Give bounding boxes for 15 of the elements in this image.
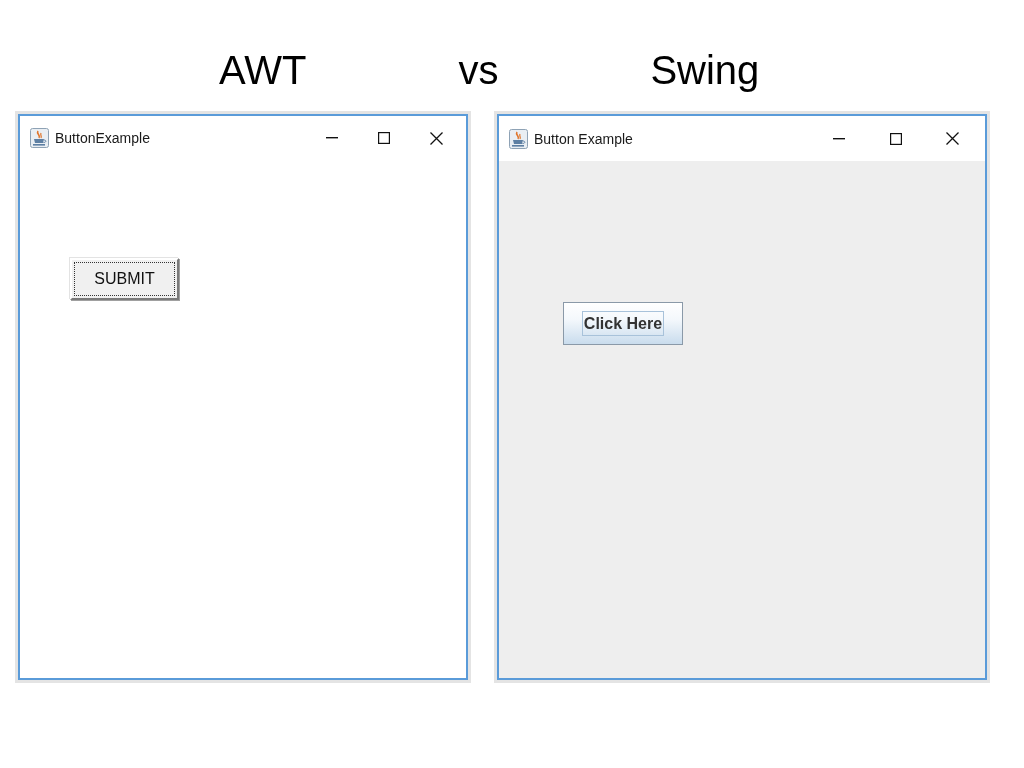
- click-button[interactable]: Click Here: [563, 302, 683, 345]
- close-icon: [946, 132, 959, 145]
- coffee-cup-icon: [30, 128, 49, 148]
- maximize-icon: [889, 132, 902, 145]
- slide-heading: AWT: [219, 47, 307, 94]
- coffee-cup-icon: [509, 128, 528, 149]
- window-title: Button Example: [534, 130, 634, 147]
- close-icon: [429, 131, 443, 145]
- slide-heading: vs: [458, 47, 499, 94]
- submit-button[interactable]: SUBMIT: [70, 258, 179, 300]
- minimize-icon: [326, 137, 338, 139]
- window-title: ButtonExample: [55, 130, 151, 146]
- slide-heading: Swing: [650, 47, 760, 94]
- minimize-icon: [832, 137, 845, 140]
- maximize-icon: [378, 132, 390, 144]
